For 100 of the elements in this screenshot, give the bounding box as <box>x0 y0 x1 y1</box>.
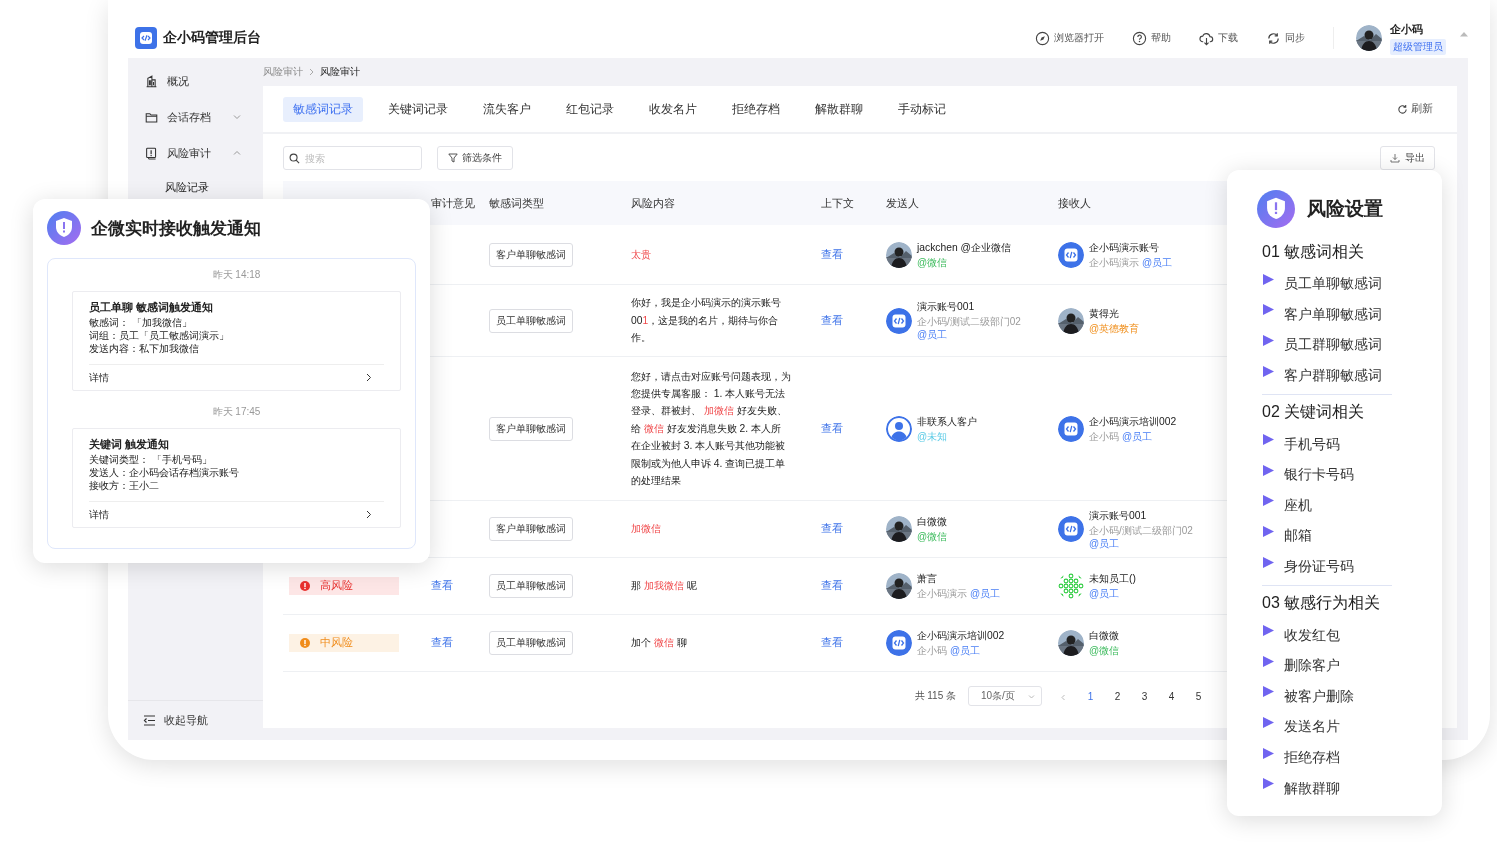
shield-icon <box>47 211 81 245</box>
source-tag: @英德教育 <box>1089 322 1140 334</box>
message-line: 敏感词： 「加我微信」 <box>89 316 193 329</box>
person-name: 白微微 <box>1089 629 1120 642</box>
person-name: 企小码演示账号 <box>1089 240 1160 254</box>
setting-item[interactable]: 客户单聊敏感词 <box>1284 305 1382 324</box>
department-label: 企小码 <box>917 645 947 656</box>
alert-document-icon <box>145 146 158 160</box>
column-header: 风险内容 <box>625 181 815 225</box>
view-link[interactable]: 查看 <box>821 579 843 593</box>
view-link[interactable]: 查看 <box>821 636 843 650</box>
details-link[interactable]: 详情 <box>89 364 384 390</box>
setting-item[interactable]: 拒绝存档 <box>1284 749 1340 767</box>
setting-item[interactable]: 银行卡号码 <box>1284 466 1354 485</box>
previous-page-icon <box>1060 693 1067 701</box>
play-icon <box>1262 746 1275 760</box>
word-type-tag: 客户单聊敏感词 <box>489 517 573 541</box>
view-link[interactable]: 查看 <box>821 522 843 536</box>
tab[interactable]: 流失客户 <box>473 96 541 122</box>
search-field[interactable]: 搜索 <box>283 146 422 170</box>
page-number[interactable]: 1 <box>1077 690 1104 702</box>
sidebar-subitem[interactable]: 风险记录 <box>128 171 263 203</box>
setting-item[interactable]: 座机 <box>1284 496 1312 515</box>
person-name: 非联系人客户 <box>917 414 977 428</box>
setting-item[interactable]: 客户群聊敏感词 <box>1284 367 1382 386</box>
view-link[interactable]: 查看 <box>821 313 843 328</box>
risk-content-text: 你好，我是企小码演示的演示账号001，这是我的名片，期待与你合作。 <box>631 296 782 346</box>
page-number[interactable]: 3 <box>1131 690 1158 702</box>
risk-content-text: 您好，请点击对应账号问题表现，为您提供专属客服： 1. 本人账号无法登录、群被封、 加微信 好友失败、给 微信 好友发消息失败 2. 本人所在企业被封 3. 本人账号其他功能被限制或为他人申诉 4. 查询已提工单的处理结果 <box>631 369 792 488</box>
setting-item[interactable]: 解散群聊 <box>1284 779 1340 798</box>
header-action[interactable]: 下载 <box>1199 30 1238 46</box>
source-tag: @员工 <box>969 588 1001 599</box>
details-link[interactable]: 详情 <box>89 501 384 527</box>
tab[interactable]: 拒绝存档 <box>722 96 790 122</box>
column-header: 敏感词类型 <box>483 181 625 225</box>
tab[interactable]: 关键词记录 <box>378 96 458 122</box>
sidebar-item[interactable]: 会话存档 <box>128 99 263 135</box>
header-action[interactable]: 同步 <box>1266 30 1305 46</box>
person-name: 演示账号001 <box>1089 508 1148 522</box>
header-action[interactable]: 浏览器打开 <box>1035 30 1104 46</box>
message-time: 昨天 14:18 <box>211 268 262 282</box>
setting-item[interactable]: 员工群聊敏感词 <box>1284 336 1382 355</box>
word-type-tag: 员工单聊敏感词 <box>489 574 573 598</box>
person-name: 萧言 <box>917 572 938 585</box>
source-tag: @员工 <box>1121 430 1153 442</box>
department-label: 企小码/测试二级部门02 <box>1089 524 1193 536</box>
refresh-button[interactable]: 刷新 <box>1391 101 1439 117</box>
person-name: 未知员工() <box>1089 572 1136 585</box>
collapse-icon <box>143 715 156 726</box>
header-action[interactable]: 帮助 <box>1132 30 1171 46</box>
app-title: 企小码管理后台 <box>163 29 262 47</box>
shield-icon <box>1257 190 1295 228</box>
setting-item[interactable]: 删除客户 <box>1284 657 1340 676</box>
risk-level-label: 中风险 <box>320 636 353 650</box>
sidebar-item[interactable]: 风险审计 <box>128 135 263 171</box>
role-badge: 超级管理员 <box>1390 38 1446 55</box>
person-name: 企小码演示培训002 <box>917 629 1005 642</box>
tab[interactable]: 红包记录 <box>556 96 624 122</box>
column-header: 发送人 <box>880 181 1052 225</box>
user-name: 企小码 <box>1390 21 1424 37</box>
word-type-tag: 客户单聊敏感词 <box>489 416 573 441</box>
view-link[interactable]: 查看 <box>821 421 843 436</box>
sidebar-label: 概况 <box>167 73 190 89</box>
filter-button[interactable]: 筛选条件 <box>437 146 513 170</box>
tab[interactable]: 敏感词记录 <box>283 96 363 122</box>
risk-content-text: 加微信 <box>631 522 662 537</box>
setting-item[interactable]: 发送名片 <box>1284 718 1340 737</box>
play-icon <box>1262 777 1275 791</box>
view-link[interactable]: 查看 <box>821 247 843 262</box>
column-header: 接收人 <box>1052 181 1230 225</box>
setting-item[interactable]: 员工单聊敏感词 <box>1284 275 1382 294</box>
tab[interactable]: 收发名片 <box>639 96 707 122</box>
person-name: 白微微 <box>917 515 948 528</box>
message-line: 发送内容：私下加我微信 <box>89 342 200 355</box>
setting-item[interactable]: 收发红包 <box>1284 626 1340 645</box>
sidebar-label: 会话存档 <box>167 109 212 125</box>
page-number[interactable]: 5 <box>1185 690 1212 702</box>
department-label: 企小码/测试二级部门02 <box>917 316 1021 327</box>
page-number[interactable]: 4 <box>1158 690 1185 702</box>
setting-item[interactable]: 邮箱 <box>1284 527 1312 546</box>
play-icon <box>1262 334 1275 347</box>
play-icon <box>1262 364 1275 378</box>
export-button[interactable]: 导出 <box>1380 146 1435 170</box>
view-link[interactable]: 查看 <box>431 579 453 593</box>
setting-item[interactable]: 手机号码 <box>1284 435 1340 454</box>
setting-item[interactable]: 身份证号码 <box>1284 558 1354 577</box>
tab[interactable]: 解散群聊 <box>805 96 873 122</box>
tab[interactable]: 手动标记 <box>888 96 956 122</box>
source-tag: @员工 <box>1089 588 1120 599</box>
view-link[interactable]: 查看 <box>431 636 453 650</box>
word-type-tag: 员工单聊敏感词 <box>489 308 573 333</box>
section-heading: 03 敏感行为相关 <box>1262 593 1382 614</box>
person-name: 演示账号001 <box>917 300 976 313</box>
breadcrumb-separator-icon <box>309 68 314 76</box>
play-icon <box>1262 524 1275 538</box>
sidebar-item[interactable]: 概况 <box>128 63 263 99</box>
setting-item[interactable]: 被客户删除 <box>1284 687 1354 706</box>
page-size-select[interactable]: 10条/页 <box>968 686 1042 706</box>
play-icon <box>1262 654 1275 668</box>
page-number[interactable]: 2 <box>1104 690 1131 702</box>
